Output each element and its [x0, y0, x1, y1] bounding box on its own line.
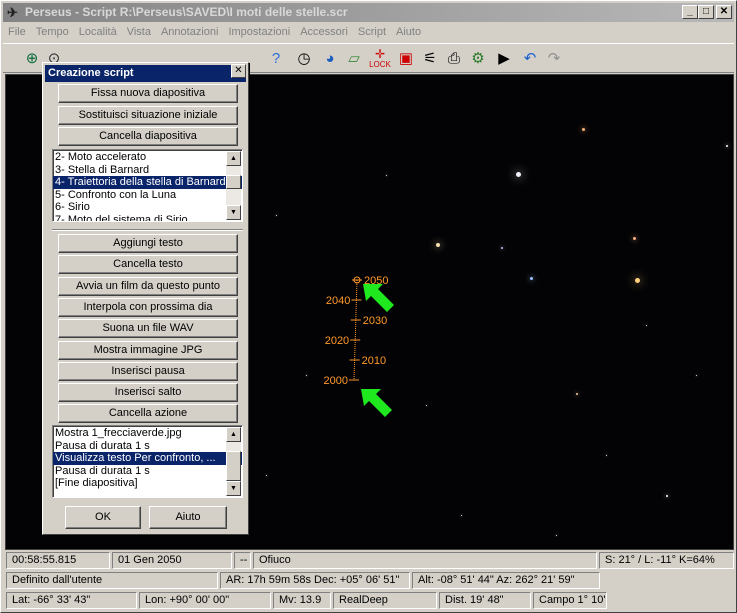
dialog-title: Creazione script [45, 65, 246, 82]
status-dist: Dist. 19' 48" [439, 592, 531, 609]
script-dialog: Creazione script ✕ Fissa nuova diapositi… [42, 62, 249, 535]
app-icon: ✈ [7, 5, 18, 20]
slide-item[interactable]: 2- Moto accelerato [53, 151, 242, 164]
delete-action-button[interactable]: Cancella azione [58, 404, 238, 424]
globe-icon[interactable]: ◕ [319, 48, 341, 70]
slide-item[interactable]: 7- Moto del sistema di Sirio [53, 214, 242, 222]
replace-initial-button[interactable]: Sostituisci situazione iniziale [58, 106, 238, 125]
action-item[interactable]: Pausa di durata 1 s [53, 465, 242, 478]
scroll-up-icon[interactable]: ▲ [226, 151, 241, 166]
menu-tempo[interactable]: Tempo [31, 23, 74, 42]
status-dash: -- [234, 552, 251, 569]
dialog-separator [52, 229, 243, 231]
play-icon[interactable]: ▶ [493, 48, 515, 70]
menu-bar: File Tempo Località Vista Annotazioni Imposta… [3, 23, 734, 42]
status-catalog: RealDeep [333, 592, 437, 609]
slides-scrollbar[interactable]: ▲ ▼ [226, 151, 241, 220]
scroll-up-icon[interactable]: ▲ [226, 427, 241, 442]
window-title: Perseus - Script R:\Perseus\SAVED\I moti… [25, 5, 348, 19]
maximize-button[interactable]: □ [698, 5, 714, 19]
status-lat: Lat: -66° 33' 43" [6, 592, 137, 609]
help-button[interactable]: Aiuto [149, 506, 227, 529]
scroll-down-icon[interactable]: ▼ [226, 481, 241, 496]
green-arrow-icon [361, 389, 392, 417]
status-date: 01 Gen 2050 [112, 552, 232, 569]
status-field: Campo 1° 10' [533, 592, 607, 609]
add-text-button[interactable]: Aggiungi testo [58, 234, 238, 253]
dialog-close-icon[interactable]: ✕ [231, 64, 246, 78]
start-movie-button[interactable]: Avvia un film da questo punto [58, 276, 238, 296]
slide-item[interactable]: 5- Confronto con la Luna [53, 189, 242, 202]
status-alt-az: Alt: -08° 51' 44" Az: 262° 21' 59" [412, 572, 600, 589]
delete-slide-button[interactable]: Cancella diapositiva [58, 127, 238, 146]
menu-impostazioni[interactable]: Impostazioni [223, 23, 295, 42]
slide-item[interactable]: 4- Traiettoria della stella di Barnard [53, 176, 242, 189]
menu-script[interactable]: Script [353, 23, 391, 42]
action-item[interactable]: Mostra 1_frecciaverde.jpg [53, 427, 242, 440]
printer-icon[interactable]: ⎙ [443, 48, 465, 70]
delete-text-button[interactable]: Cancella testo [58, 255, 238, 275]
green-arrow-icon [363, 284, 394, 312]
slide-item[interactable]: 6- Sirio [53, 201, 242, 214]
fix-slide-button[interactable]: Fissa nuova diapositiva [58, 84, 238, 103]
status-mv: Mv: 13.9 [273, 592, 331, 609]
app-window: ✈ Perseus - Script R:\Perseus\SAVED\I mo… [0, 0, 737, 613]
minimize-button[interactable]: _ [682, 5, 698, 19]
insert-jump-button[interactable]: Inserisci salto [58, 383, 238, 403]
status-ra-dec: AR: 17h 59m 58s Dec: +05° 06' 51" [220, 572, 410, 589]
scroll-thumb[interactable] [226, 451, 241, 481]
menu-vista[interactable]: Vista [122, 23, 156, 42]
slide-item[interactable]: 3- Stella di Barnard [53, 164, 242, 177]
slides-list[interactable]: 2- Moto accelerato 3- Stella di Barnard 4-… [52, 149, 243, 222]
ok-button[interactable]: OK [65, 506, 141, 529]
undo-icon[interactable]: ↶ [519, 48, 541, 70]
trajectory-label: 2020 [325, 335, 349, 347]
title-bar: ✈ Perseus - Script R:\Perseus\SAVED\I mo… [3, 3, 734, 22]
interpolate-button[interactable]: Interpola con prossima dia [58, 297, 238, 317]
trajectory-label: 2000 [324, 375, 348, 387]
play-wav-button[interactable]: Suona un file WAV [58, 319, 238, 339]
status-constellation: Ofiuco [253, 552, 597, 569]
insert-pause-button[interactable]: Inserisci pausa [58, 361, 238, 381]
trajectory-label: 2010 [362, 355, 386, 367]
lock-icon[interactable]: ✛ LOCK [367, 48, 393, 70]
action-item[interactable]: Visualizza testo Per confronto, ... [53, 452, 242, 465]
trajectory-label: 2030 [363, 315, 387, 327]
actions-scrollbar[interactable]: ▲ ▼ [226, 427, 241, 496]
help-icon[interactable]: ? [265, 48, 287, 70]
scroll-down-icon[interactable]: ▼ [226, 205, 241, 220]
clock-icon[interactable]: ◷ [293, 48, 315, 70]
trajectory-label: 2040 [326, 295, 350, 307]
menu-localita[interactable]: Località [74, 23, 122, 42]
redo-icon[interactable]: ↷ [543, 48, 565, 70]
menu-file[interactable]: File [3, 23, 31, 42]
status-location-mode: Definito dall'utente [6, 572, 218, 589]
menu-accessori[interactable]: Accessori [295, 23, 353, 42]
status-lon: Lon: +90° 00' 00" [139, 592, 271, 609]
status-time: 00:58:55.815 [6, 552, 110, 569]
menu-aiuto[interactable]: Aiuto [391, 23, 426, 42]
show-jpg-button[interactable]: Mostra immagine JPG [58, 340, 238, 360]
script-icon[interactable]: ⚙ [467, 48, 489, 70]
status-sl: S: 21° / L: -11° K=64% [599, 552, 734, 569]
zoom-in-icon[interactable]: ⊕ [21, 48, 43, 70]
action-item[interactable]: Pausa di durata 1 s [53, 440, 242, 453]
lock-label: LOCK [369, 60, 391, 69]
trajectory-line [353, 279, 358, 381]
actions-list[interactable]: Mostra 1_frecciaverde.jpg Pausa di durata… [52, 425, 243, 498]
close-button[interactable]: ✕ [716, 5, 732, 19]
telescope-icon[interactable]: ⚟ [419, 48, 441, 70]
action-item[interactable]: [Fine diapositiva] [53, 477, 242, 490]
menu-annotazioni[interactable]: Annotazioni [156, 23, 224, 42]
scroll-thumb[interactable] [226, 175, 241, 189]
horizon-icon[interactable]: ▱ [343, 48, 365, 70]
monitor-icon[interactable]: ▣ [395, 48, 417, 70]
